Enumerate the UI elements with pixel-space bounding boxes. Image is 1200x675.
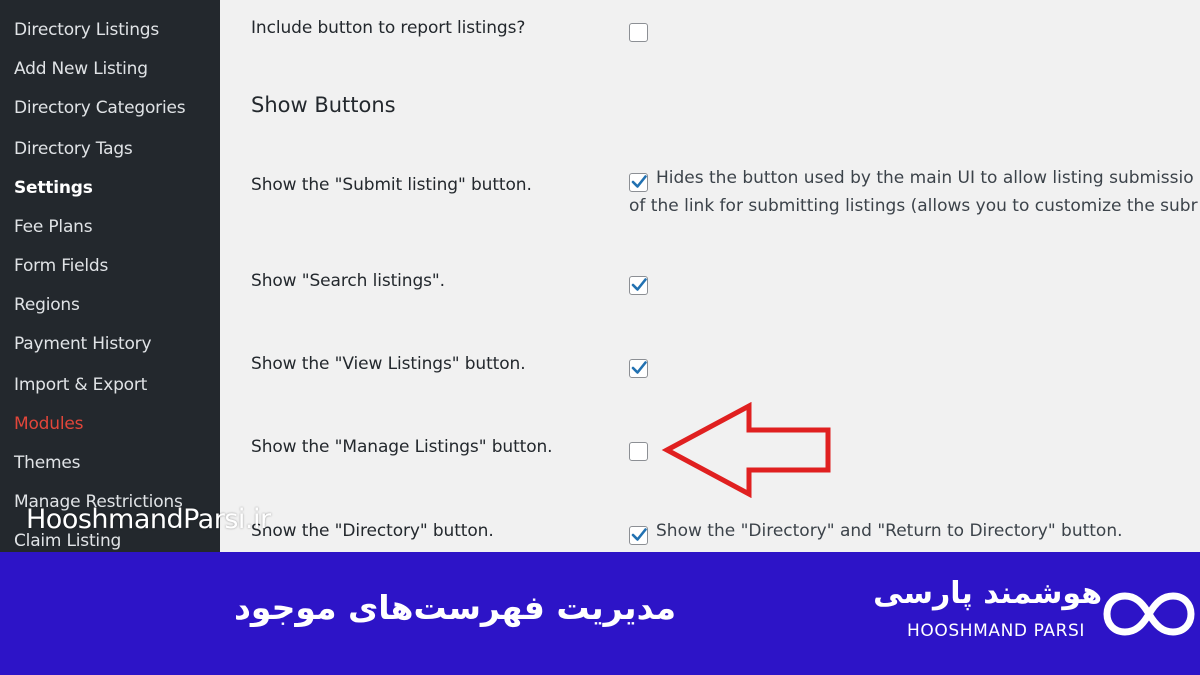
sidebar-item-import-export[interactable]: Import & Export xyxy=(14,375,147,395)
red-arrow-icon xyxy=(661,402,831,498)
sidebar-item-payment-history[interactable]: Payment History xyxy=(14,334,152,354)
sidebar-item-directory-tags[interactable]: Directory Tags xyxy=(14,139,133,159)
submit-listing-description-continued: of the link for submitting listings (all… xyxy=(629,196,1198,216)
sidebar-item-directory-listings[interactable]: Directory Listings xyxy=(14,20,159,40)
infinity-icon xyxy=(1103,592,1195,636)
directory-button-description: Show the "Directory" and "Return to Dire… xyxy=(656,521,1123,541)
sidebar-item-settings[interactable]: Settings xyxy=(14,178,93,198)
view-listings-label: Show the "View Listings" button. xyxy=(251,354,526,374)
submit-listing-label: Show the "Submit listing" button. xyxy=(251,175,532,195)
directory-button-checkbox[interactable] xyxy=(629,526,648,545)
brand-name-persian: هوشمند پارسی xyxy=(873,576,1102,611)
sidebar-item-modules[interactable]: Modules xyxy=(14,414,83,434)
section-heading: Show Buttons xyxy=(251,93,396,117)
watermark-text: HooshmandParsi.ir xyxy=(26,504,271,535)
manage-listings-label: Show the "Manage Listings" button. xyxy=(251,437,553,457)
sidebar-item-regions[interactable]: Regions xyxy=(14,295,80,315)
manage-listings-checkbox[interactable] xyxy=(629,442,648,461)
search-listings-label: Show "Search listings". xyxy=(251,271,445,291)
directory-button-label: Show the "Directory" button. xyxy=(251,521,494,541)
view-listings-checkbox[interactable] xyxy=(629,359,648,378)
checkmark-icon xyxy=(631,175,647,188)
settings-panel: Include button to report listings? Show … xyxy=(220,0,1200,552)
admin-sidebar: Directory Listings Add New Listing Direc… xyxy=(0,0,220,552)
search-listings-checkbox[interactable] xyxy=(629,276,648,295)
report-listings-checkbox[interactable] xyxy=(629,23,648,42)
submit-listing-checkbox[interactable] xyxy=(629,173,648,192)
sidebar-item-themes[interactable]: Themes xyxy=(14,453,80,473)
banner-title: مدیریت فهرست‌های موجود xyxy=(234,588,677,627)
checkmark-icon xyxy=(631,278,647,291)
bottom-banner: مدیریت فهرست‌های موجود هوشمند پارسی HOOS… xyxy=(0,552,1200,675)
sidebar-item-fee-plans[interactable]: Fee Plans xyxy=(14,217,93,237)
sidebar-item-add-new-listing[interactable]: Add New Listing xyxy=(14,59,148,79)
sidebar-item-form-fields[interactable]: Form Fields xyxy=(14,256,108,276)
brand-name-english: HOOSHMAND PARSI xyxy=(907,621,1086,641)
checkmark-icon xyxy=(631,361,647,374)
checkmark-icon xyxy=(631,528,647,541)
report-listings-label: Include button to report listings? xyxy=(251,18,526,38)
submit-listing-description: Hides the button used by the main UI to … xyxy=(656,168,1194,188)
sidebar-item-directory-categories[interactable]: Directory Categories xyxy=(14,98,186,118)
